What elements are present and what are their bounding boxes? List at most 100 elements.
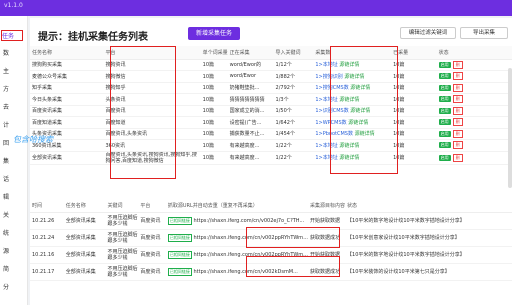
task-status: 启用删 (436, 139, 512, 152)
delete-button[interactable]: 删 (452, 153, 463, 162)
enable-button[interactable]: 启用 (438, 142, 451, 149)
sidebar-item-10[interactable]: 关 (3, 210, 23, 221)
log-content: 【10平米的数字地设计纹10平米数字插地设计分享】 (345, 212, 512, 230)
log-time: 10.21.24 (30, 229, 64, 247)
sidebar-item-5[interactable]: 计 (3, 120, 23, 131)
task-current: 设密提(广告... (227, 116, 274, 129)
sidebar-item-11[interactable]: 统 (3, 228, 23, 239)
task-row[interactable]: 全部资讯采集 百度资讯,头条资讯,搜狗资讯,搜狗知乎,搜狗问答,百度知道,搜狗微信… (30, 151, 512, 165)
task-status: 启用删 (436, 93, 512, 106)
task-status: 启用删 (436, 70, 512, 83)
log-content: 【10平米的数字地设计纹10平米数字插地设计分享】 (345, 246, 512, 264)
log-col-status: 状态 (345, 200, 512, 213)
log-platform: 百度资讯 (138, 229, 166, 247)
enable-button[interactable]: 启用 (438, 119, 451, 126)
task-per: 10篇 (200, 82, 228, 94)
sidebar-item-9[interactable]: 辑 (3, 192, 23, 203)
enable-button[interactable]: 启用 (438, 130, 451, 137)
sidebar-item-4[interactable]: 去 (3, 102, 23, 113)
sidebar-item-1[interactable]: 数 (3, 48, 23, 59)
log-col-keyword: 关键词 (105, 200, 139, 213)
delete-button[interactable]: 删 (452, 106, 463, 115)
delete-button[interactable]: 删 (452, 129, 463, 138)
col-current: 正在采集 (227, 46, 274, 60)
task-row[interactable]: 麦德公众号采集 搜狗微信 10篇 word/Ewor 1/882个 1>搜狗识别 源链详情… (30, 70, 512, 83)
sidebar-item-14[interactable]: 分 (3, 282, 23, 293)
delete-button[interactable]: 删 (452, 118, 463, 127)
edit-keywords-button[interactable]: 编辑过滤关键词 (400, 27, 456, 39)
dedupe-tag: 已相同链接 (167, 216, 192, 225)
delete-button[interactable]: 删 (452, 141, 463, 150)
log-content: 【10平米装饰的设计纹10平米第七只是分享】 (345, 263, 512, 281)
dedupe-tag: 已相同链接 (167, 267, 192, 276)
log-task: 全部资讯采集 (63, 212, 106, 230)
sidebar-item-7[interactable]: 集 (3, 156, 23, 167)
enable-button[interactable]: 启用 (438, 107, 451, 114)
log-keyword: 不用压迫脚后跟多少钱 (105, 246, 139, 264)
log-platform: 百度资讯 (138, 246, 166, 264)
task-keywords: 1/50个 (273, 105, 314, 117)
new-task-button[interactable]: 新增采集任务 (188, 27, 240, 40)
log-keyword: 不用压迫脚后跟多少钱 (105, 229, 139, 247)
enable-button[interactable]: 启用 (438, 84, 451, 91)
sidebar-item-2[interactable]: 主 (3, 66, 23, 77)
task-row[interactable]: 头条资讯采集 百度资讯,头条资讯 10篇 捕获数量不止... 1/454个 1>Pboot… (30, 128, 512, 140)
scrollbar[interactable] (508, 68, 512, 188)
task-status: 启用删 (436, 82, 512, 94)
task-current: 国家成立的消... (227, 105, 274, 117)
task-per: 10篇 (200, 128, 228, 140)
task-keywords: 1/12个 (273, 59, 314, 71)
task-status: 启用删 (436, 151, 512, 165)
log-time: 10.21.16 (30, 246, 64, 264)
task-row[interactable]: 搜狗购买采集 搜狗资讯 10篇 word/Ewor的 1/12个 1>本地址 源链详情 10… (30, 59, 512, 71)
delete-button[interactable]: 删 (452, 72, 463, 81)
url-highlight-box-1 (246, 227, 340, 248)
platform-highlight-box (110, 46, 176, 179)
app-version: v1.1.0 (4, 2, 23, 9)
task-per: 10篇 (200, 105, 228, 117)
task-row[interactable]: 360资讯采集 360资讯 10篇 有来越高度... 1/22个 1>本地址 源链详情 10… (30, 139, 512, 152)
task-name: 知乎采集 (30, 82, 104, 94)
task-per: 10篇 (200, 59, 228, 71)
task-status: 启用删 (436, 59, 512, 71)
log-col-time: 时间 (30, 200, 64, 213)
sidebar-item-8[interactable]: 话 (3, 174, 23, 185)
task-status: 启用删 (436, 116, 512, 129)
dedupe-tag: 已相同链接 (167, 233, 192, 242)
sidebar-item-3[interactable]: 方 (3, 84, 23, 95)
task-name: 今日头条采集 (30, 93, 104, 106)
task-per: 10篇 (200, 116, 228, 129)
enable-button[interactable]: 启用 (438, 154, 451, 161)
task-name: 麦德公众号采集 (30, 70, 104, 83)
task-current: 奶猪鞋垫批... (227, 82, 274, 94)
url-text[interactable]: https://shaxn.iferg.com/cn/v002ej7o_C?TH… (193, 218, 304, 224)
log-platform: 百度资讯 (138, 212, 166, 230)
log-col-task: 任务名称 (63, 200, 106, 213)
task-row[interactable]: 百度知道采集 百度知道 10篇 设密提(广告... 1/642个 1>WPCMS数 源链详… (30, 116, 512, 129)
enable-button[interactable]: 启用 (438, 96, 451, 103)
col-keywords: 导入关键词 (273, 46, 314, 60)
task-name: 百度知道采集 (30, 116, 104, 129)
url-highlight-box-2 (246, 256, 340, 277)
log-table-header: 时间 任务名称 关键词 平台 抓取源URL并自动去重（重复不再采集） 采集源目标… (30, 200, 512, 213)
task-row[interactable]: 百度资讯采集 百度资讯 10篇 国家成立的消... 1/50个 1>识别CMS数 源链详情… (30, 105, 512, 117)
delete-button[interactable]: 删 (452, 83, 463, 92)
col-status: 状态 (436, 46, 512, 60)
delete-button[interactable]: 删 (452, 60, 463, 69)
task-row[interactable]: 今日头条采集 头条资讯 10篇 猜猜猜猜猜猜猜 1/3个 1>本地址 源链详情 10篇 启用删 (30, 93, 512, 106)
delete-button[interactable]: 删 (452, 95, 463, 104)
sidebar-item-0[interactable]: 任务 (1, 30, 23, 41)
enable-button[interactable]: 启用 (438, 61, 451, 68)
task-status: 启用删 (436, 105, 512, 117)
sidebar-item-12[interactable]: 源 (3, 246, 23, 257)
export-button[interactable]: 导出采集 (460, 27, 508, 39)
enable-button[interactable]: 启用 (438, 73, 451, 80)
collect-highlight-box (330, 46, 398, 174)
sidebar-item-13[interactable]: 简 (3, 264, 23, 275)
task-row[interactable]: 知乎采集 搜狗知乎 10篇 奶猪鞋垫批... 2/792个 1>搜狗CMS数 源链详情 10… (30, 82, 512, 94)
task-keywords: 1/22个 (273, 139, 314, 152)
task-name: 百度资讯采集 (30, 105, 104, 117)
task-table: 任务名称 平台 单个词采量 正在采集 导入关键词 采集数 已采量 状态 搜狗购买… (30, 46, 512, 165)
top-bar: v1.1.0 (0, 0, 512, 16)
dedupe-tag: 已相同链接 (167, 250, 192, 259)
